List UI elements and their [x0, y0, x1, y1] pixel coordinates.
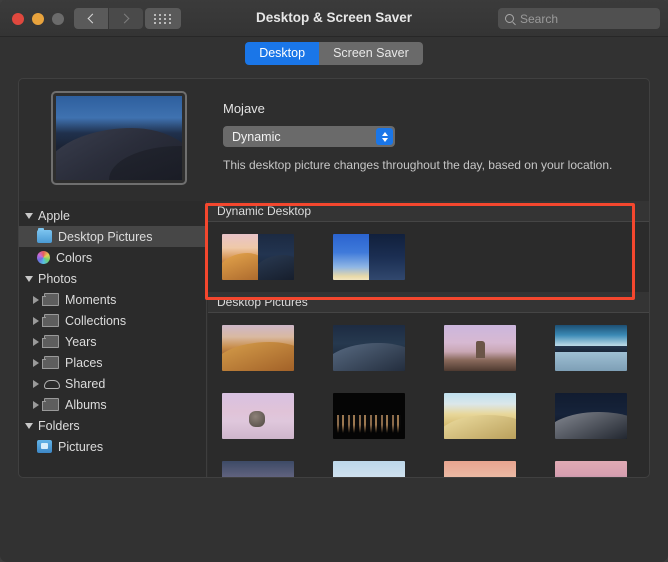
- sidebar-item-label: Pictures: [58, 440, 103, 454]
- wallpaper-thumb[interactable]: [444, 393, 516, 439]
- search-field[interactable]: Search: [498, 8, 660, 29]
- wallpaper-thumb[interactable]: [333, 393, 405, 439]
- disclosure-triangle-open-icon[interactable]: [25, 213, 33, 219]
- preview-image-mojave: [56, 96, 182, 180]
- sidebar-item-label: Years: [65, 335, 97, 349]
- sidebar-item-label: Moments: [65, 293, 116, 307]
- tab-bar: Desktop Screen Saver: [0, 37, 668, 70]
- tab-desktop[interactable]: Desktop: [245, 42, 319, 65]
- sidebar-item-collections[interactable]: Collections: [19, 310, 206, 331]
- color-wheel-icon: [37, 251, 50, 264]
- sidebar-item-label: Collections: [65, 314, 126, 328]
- desktop-pictures-thumbnails: [208, 313, 649, 477]
- wallpaper-thumb[interactable]: [555, 461, 627, 477]
- picture-name: Mojave: [223, 101, 643, 116]
- search-icon: [505, 14, 514, 23]
- cloud-icon: [44, 377, 59, 390]
- disclosure-triangle-open-icon[interactable]: [25, 276, 33, 282]
- wallpaper-thumb[interactable]: [333, 325, 405, 371]
- wallpaper-thumb[interactable]: [222, 393, 294, 439]
- title-bar: Desktop & Screen Saver Search: [0, 0, 668, 37]
- disclosure-triangle-closed-icon[interactable]: [33, 296, 39, 304]
- chevron-updown-icon: [376, 128, 393, 145]
- sidebar-item-label: Places: [65, 356, 103, 370]
- sidebar-group-folders[interactable]: Folders: [19, 415, 206, 436]
- sidebar-group-label: Apple: [38, 209, 70, 223]
- sidebar-item-label: Shared: [65, 377, 105, 391]
- wallpaper-browser[interactable]: Dynamic Desktop Desktop Pictures: [208, 201, 649, 477]
- disclosure-triangle-closed-icon[interactable]: [33, 401, 39, 409]
- sidebar-item-shared[interactable]: Shared: [19, 373, 206, 394]
- wallpaper-thumb[interactable]: [555, 325, 627, 371]
- preview-frame: [51, 91, 187, 185]
- bottom-bar: + − Change picture: Every 30 minutes Ran…: [0, 478, 668, 562]
- tab-screen-saver[interactable]: Screen Saver: [319, 42, 423, 65]
- photo-stack-icon: [44, 335, 59, 348]
- photo-stack-icon: [44, 314, 59, 327]
- sidebar-item-colors[interactable]: Colors: [19, 247, 206, 268]
- sidebar-item-label: Albums: [65, 398, 107, 412]
- disclosure-triangle-closed-icon[interactable]: [33, 380, 39, 388]
- sidebar-group-apple[interactable]: Apple: [19, 205, 206, 226]
- blue-folder-icon: [37, 230, 52, 243]
- sidebar-item-places[interactable]: Places: [19, 352, 206, 373]
- section-header-desktop-pictures: Desktop Pictures: [208, 292, 649, 313]
- sidebar-item-label: Desktop Pictures: [58, 230, 152, 244]
- sidebar-group-label: Folders: [38, 419, 80, 433]
- wallpaper-thumb[interactable]: [333, 461, 405, 477]
- sidebar-item-years[interactable]: Years: [19, 331, 206, 352]
- sidebar-item-desktop-pictures[interactable]: Desktop Pictures: [19, 226, 206, 247]
- section-header-dynamic-desktop: Dynamic Desktop: [208, 201, 649, 222]
- section-title: Dynamic Desktop: [217, 204, 311, 218]
- wallpaper-thumb[interactable]: [555, 393, 627, 439]
- wallpaper-thumb[interactable]: [222, 461, 294, 477]
- wallpaper-thumb[interactable]: [222, 325, 294, 371]
- wallpaper-thumb-mojave-dynamic[interactable]: [222, 234, 294, 280]
- wallpaper-thumb[interactable]: [444, 325, 516, 371]
- photo-stack-icon: [44, 356, 59, 369]
- sidebar-item-pictures[interactable]: Pictures: [19, 436, 206, 457]
- sidebar-group-label: Photos: [38, 272, 77, 286]
- disclosure-triangle-closed-icon[interactable]: [33, 359, 39, 367]
- preview-metadata: Mojave Dynamic This desktop picture chan…: [223, 101, 643, 172]
- section-title: Desktop Pictures: [217, 295, 308, 309]
- photo-stack-icon: [44, 293, 59, 306]
- wallpaper-thumb-solar-gradients[interactable]: [333, 234, 405, 280]
- dynamic-desktop-thumbnails: [208, 222, 649, 292]
- mode-popup-value: Dynamic: [223, 130, 281, 144]
- sidebar-group-photos[interactable]: Photos: [19, 268, 206, 289]
- desktop-preview: [51, 91, 187, 185]
- preferences-window: Desktop & Screen Saver Search Desktop Sc…: [0, 0, 668, 562]
- picture-description: This desktop picture changes throughout …: [223, 158, 643, 172]
- wallpaper-thumb[interactable]: [444, 461, 516, 477]
- sidebar-item-moments[interactable]: Moments: [19, 289, 206, 310]
- mode-popup-button[interactable]: Dynamic: [223, 126, 395, 147]
- disclosure-triangle-closed-icon[interactable]: [33, 317, 39, 325]
- pictures-folder-icon: [37, 440, 52, 453]
- source-sidebar[interactable]: Apple Desktop Pictures Colors Photos Mom…: [19, 201, 207, 477]
- content-panel: Mojave Dynamic This desktop picture chan…: [18, 78, 650, 478]
- disclosure-triangle-closed-icon[interactable]: [33, 338, 39, 346]
- sidebar-item-label: Colors: [56, 251, 92, 265]
- photo-stack-icon: [44, 398, 59, 411]
- disclosure-triangle-open-icon[interactable]: [25, 423, 33, 429]
- sidebar-item-albums[interactable]: Albums: [19, 394, 206, 415]
- search-placeholder: Search: [520, 12, 558, 26]
